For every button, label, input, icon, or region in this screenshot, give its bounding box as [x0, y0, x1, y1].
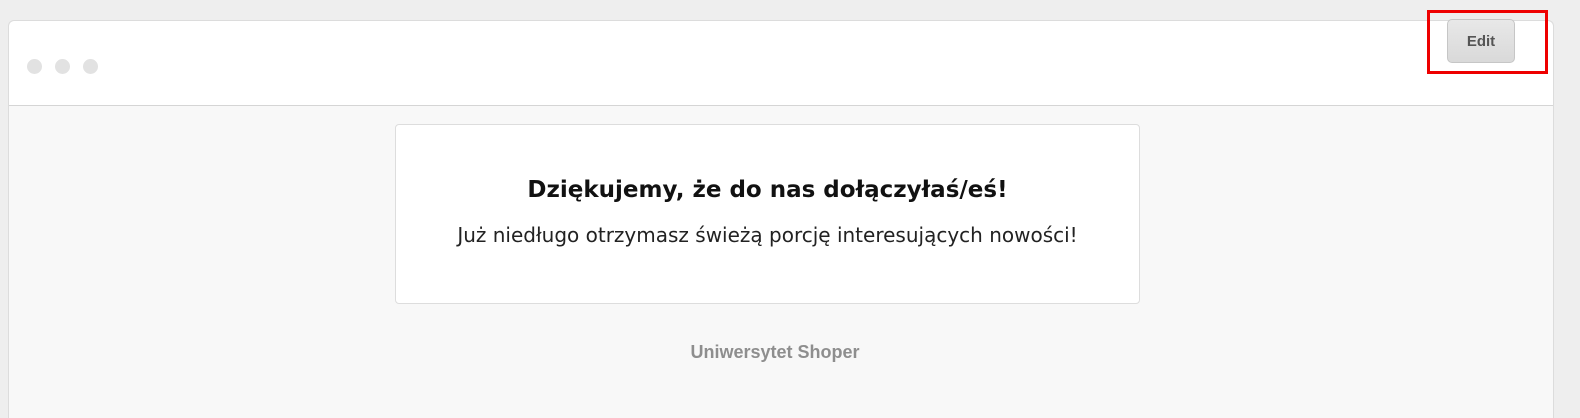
window-dot-icon — [27, 59, 42, 74]
confirmation-headline: Dziękujemy, że do nas dołączyłaś/eś! — [527, 177, 1008, 203]
footer-brand: Uniwersytet Shoper — [690, 342, 860, 362]
confirmation-card: Dziękujemy, że do nas dołączyłaś/eś! Już… — [395, 124, 1140, 304]
window-dot-icon — [55, 59, 70, 74]
window-dot-icon — [83, 59, 98, 74]
window-titlebar — [9, 21, 1553, 106]
edit-button[interactable]: Edit — [1447, 19, 1515, 63]
confirmation-subline: Już niedługo otrzymasz świeżą porcję int… — [457, 223, 1078, 247]
